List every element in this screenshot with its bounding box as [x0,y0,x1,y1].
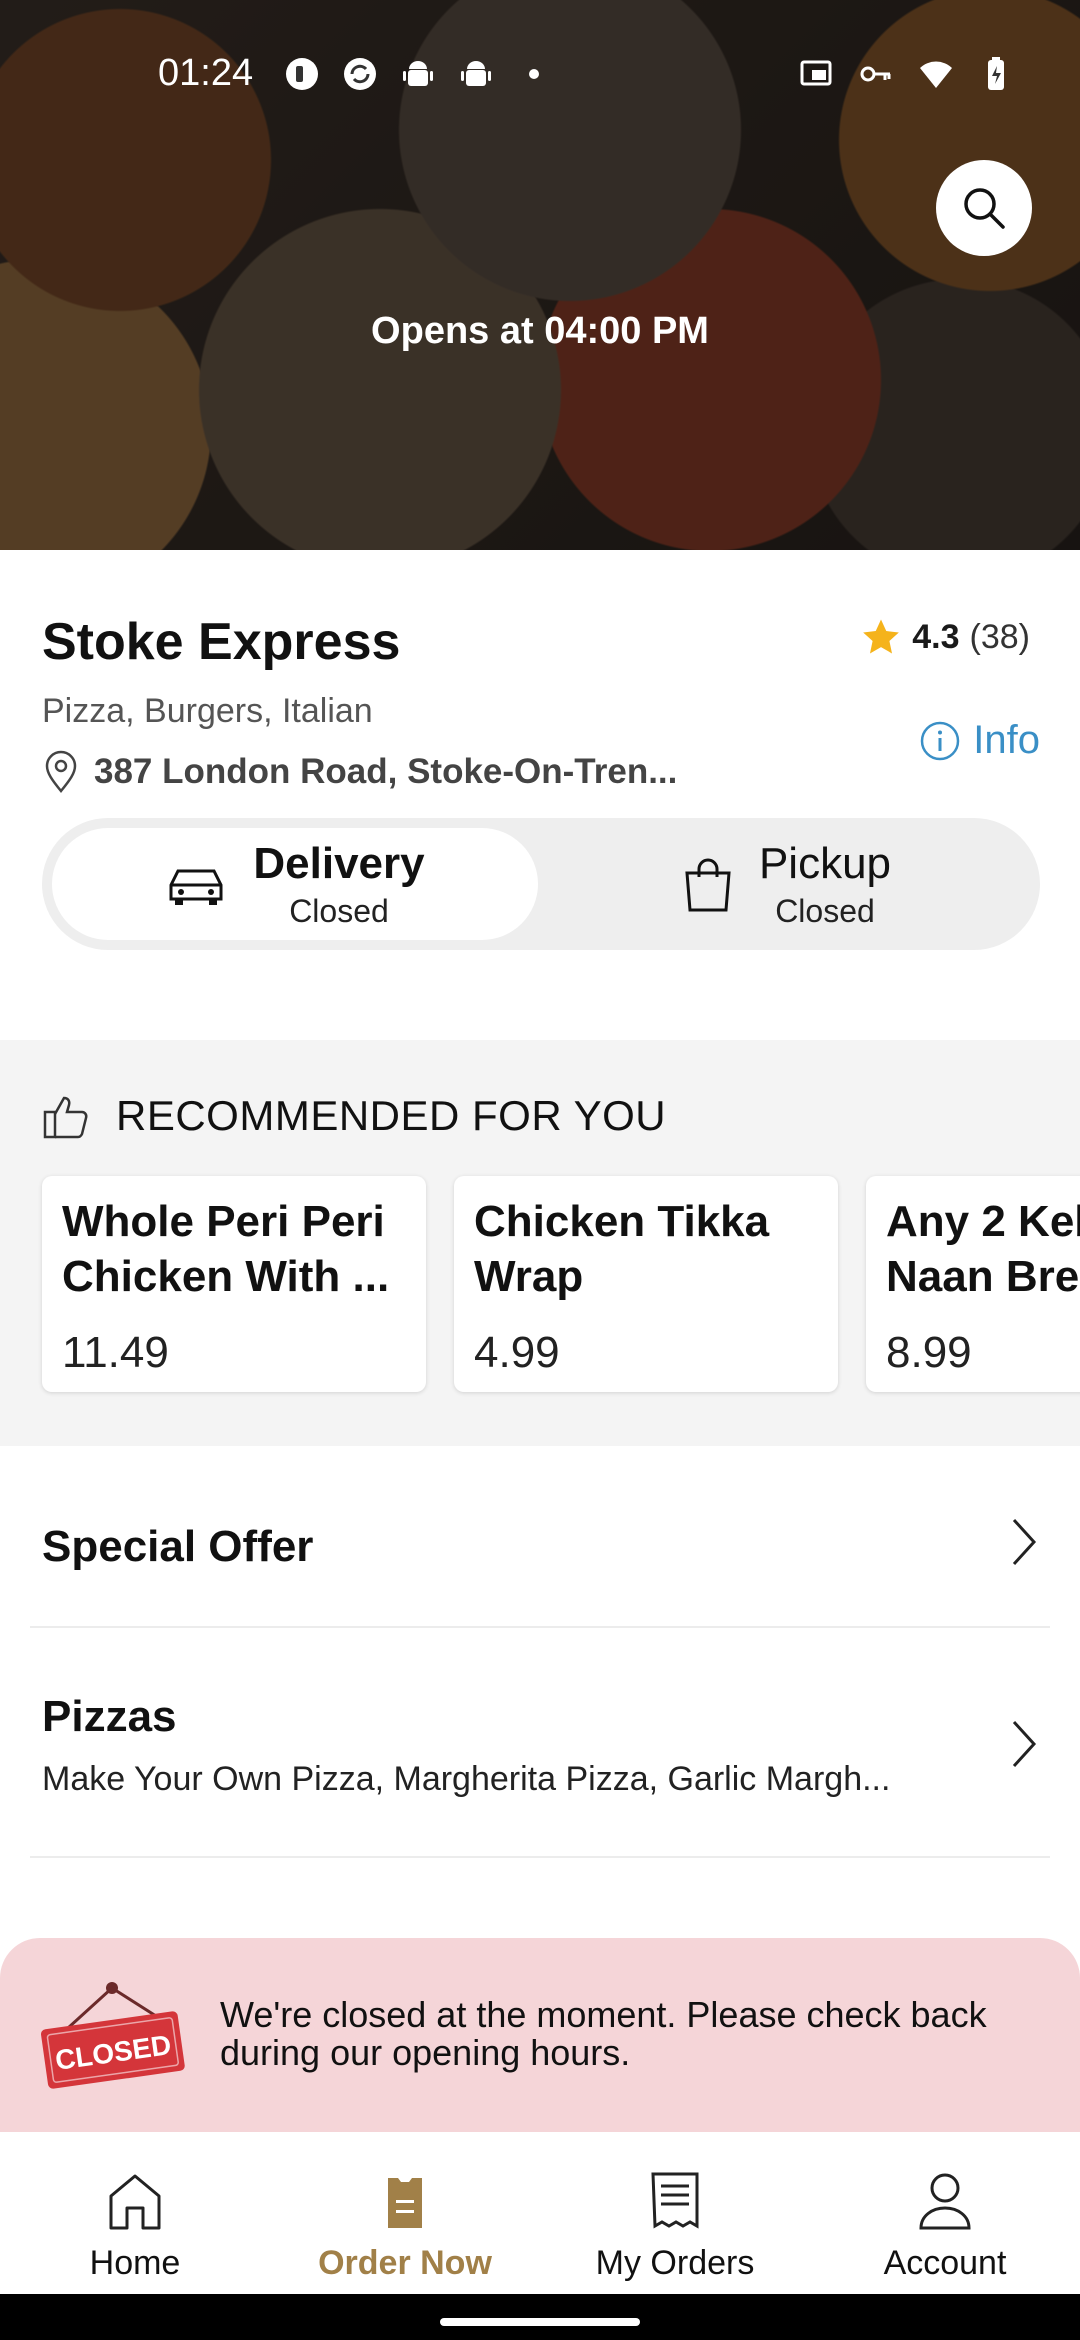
recommended-carousel[interactable]: Whole Peri Peri Chicken With ... 11.49 C… [42,1176,1080,1392]
nav-label: Order Now [318,2244,492,2282]
item-price: 4.99 [474,1328,560,1377]
dot-icon [529,69,539,79]
pickup-option[interactable]: Pickup Closed [544,828,1030,940]
nav-my-orders[interactable]: My Orders [540,2132,810,2294]
delivery-option[interactable]: Delivery Closed [52,828,538,940]
recommended-section: RECOMMENDED FOR YOU Whole Peri Peri Chic… [0,1040,1080,1446]
category-special-offer[interactable]: Special Offer [30,1446,1050,1628]
store-cuisines: Pizza, Burgers, Italian [42,692,373,730]
info-button[interactable]: Info [919,718,1040,763]
recommended-title: RECOMMENDED FOR YOU [116,1092,667,1139]
closed-notice-banner: CLOSED We're closed at the moment. Pleas… [0,1938,1080,2158]
nav-order-now[interactable]: Order Now [270,2132,540,2294]
closed-sign-icon: CLOSED [41,1982,185,2089]
vpn-key-icon [860,66,891,82]
shopping-bag-icon [685,858,731,912]
pickup-label: Pickup [758,838,892,888]
wifi-icon [920,61,952,88]
item-name: Whole Peri Peri Chicken With ... [62,1197,390,1301]
category-title: Special Offer [42,1522,314,1571]
battery-charging-icon [988,57,1004,90]
car-icon [169,869,223,905]
fulfillment-mode-toggle: Delivery Closed Pickup Closed [42,818,1040,950]
order-icon [388,2178,422,2228]
delivery-label: Delivery [253,838,425,888]
system-navigation-bar [0,2294,1080,2340]
info-icon [921,721,960,760]
item-price: 11.49 [62,1328,169,1377]
item-price: 8.99 [886,1328,972,1377]
closed-message: We're closed at the moment. Please check… [220,1994,987,2073]
star-icon [863,619,900,654]
store-rating[interactable]: 4.3 (38) [860,616,1030,658]
bottom-navigation: Home Order Now My Orders Account [0,2132,1080,2294]
location-pin-icon [45,750,77,793]
cast-icon [800,60,832,86]
home-icon [109,2174,161,2230]
item-name: Chicken Tikka Wrap [474,1197,770,1301]
pickup-status: Closed [775,892,875,929]
nav-label: My Orders [595,2244,755,2282]
opening-time-label: Opens at 04:00 PM [371,310,709,352]
category-pizzas[interactable]: Pizzas Make Your Own Pizza, Margherita P… [30,1628,1050,1858]
chevron-right-icon [1012,1720,1037,1768]
address-text: 387 London Road, Stoke-On-Tren... [94,752,678,791]
rating-count: (38) [969,617,1030,656]
item-name: Any 2 Kebab A Naan Bread [886,1197,1080,1301]
delivery-status: Closed [289,892,389,929]
chevron-right-icon [1012,1518,1037,1566]
category-items-preview: Make Your Own Pizza, Margherita Pizza, G… [42,1760,891,1798]
receipt-icon [651,2172,699,2229]
notification-icons [284,56,552,92]
recommended-item-card[interactable]: Any 2 Kebab A Naan Bread 8.99 [866,1176,1080,1392]
home-gesture-indicator[interactable] [440,2318,640,2326]
nav-label: Home [89,2244,181,2282]
nav-home[interactable]: Home [0,2132,270,2294]
nav-label: Account [883,2244,1007,2282]
system-status-icons [798,56,1014,92]
recommended-item-card[interactable]: Chicken Tikka Wrap 4.99 [454,1176,838,1392]
app-icon [286,58,318,90]
search-icon [964,188,1005,229]
status-bar: 01:24 [0,0,1080,150]
store-address: 387 London Road, Stoke-On-Tren... [42,750,677,794]
sync-icon [344,58,376,90]
android-icon [403,61,433,86]
thumbs-up-icon [43,1096,88,1139]
store-name: Stoke Express [42,613,401,671]
status-time: 01:24 [158,52,254,94]
account-icon [919,2173,971,2230]
recommended-item-card[interactable]: Whole Peri Peri Chicken With ... 11.49 [42,1176,426,1392]
app-screen: 01:24 Opens at 04:00 PM Stoke Express 4.… [0,0,1080,2340]
android-icon [461,61,491,86]
search-button[interactable] [936,160,1032,256]
info-label: Info [973,718,1040,762]
nav-account[interactable]: Account [810,2132,1080,2294]
category-title: Pizzas [42,1692,177,1741]
recommended-header: RECOMMENDED FOR YOU [42,1092,666,1140]
rating-value: 4.3 [912,617,960,656]
